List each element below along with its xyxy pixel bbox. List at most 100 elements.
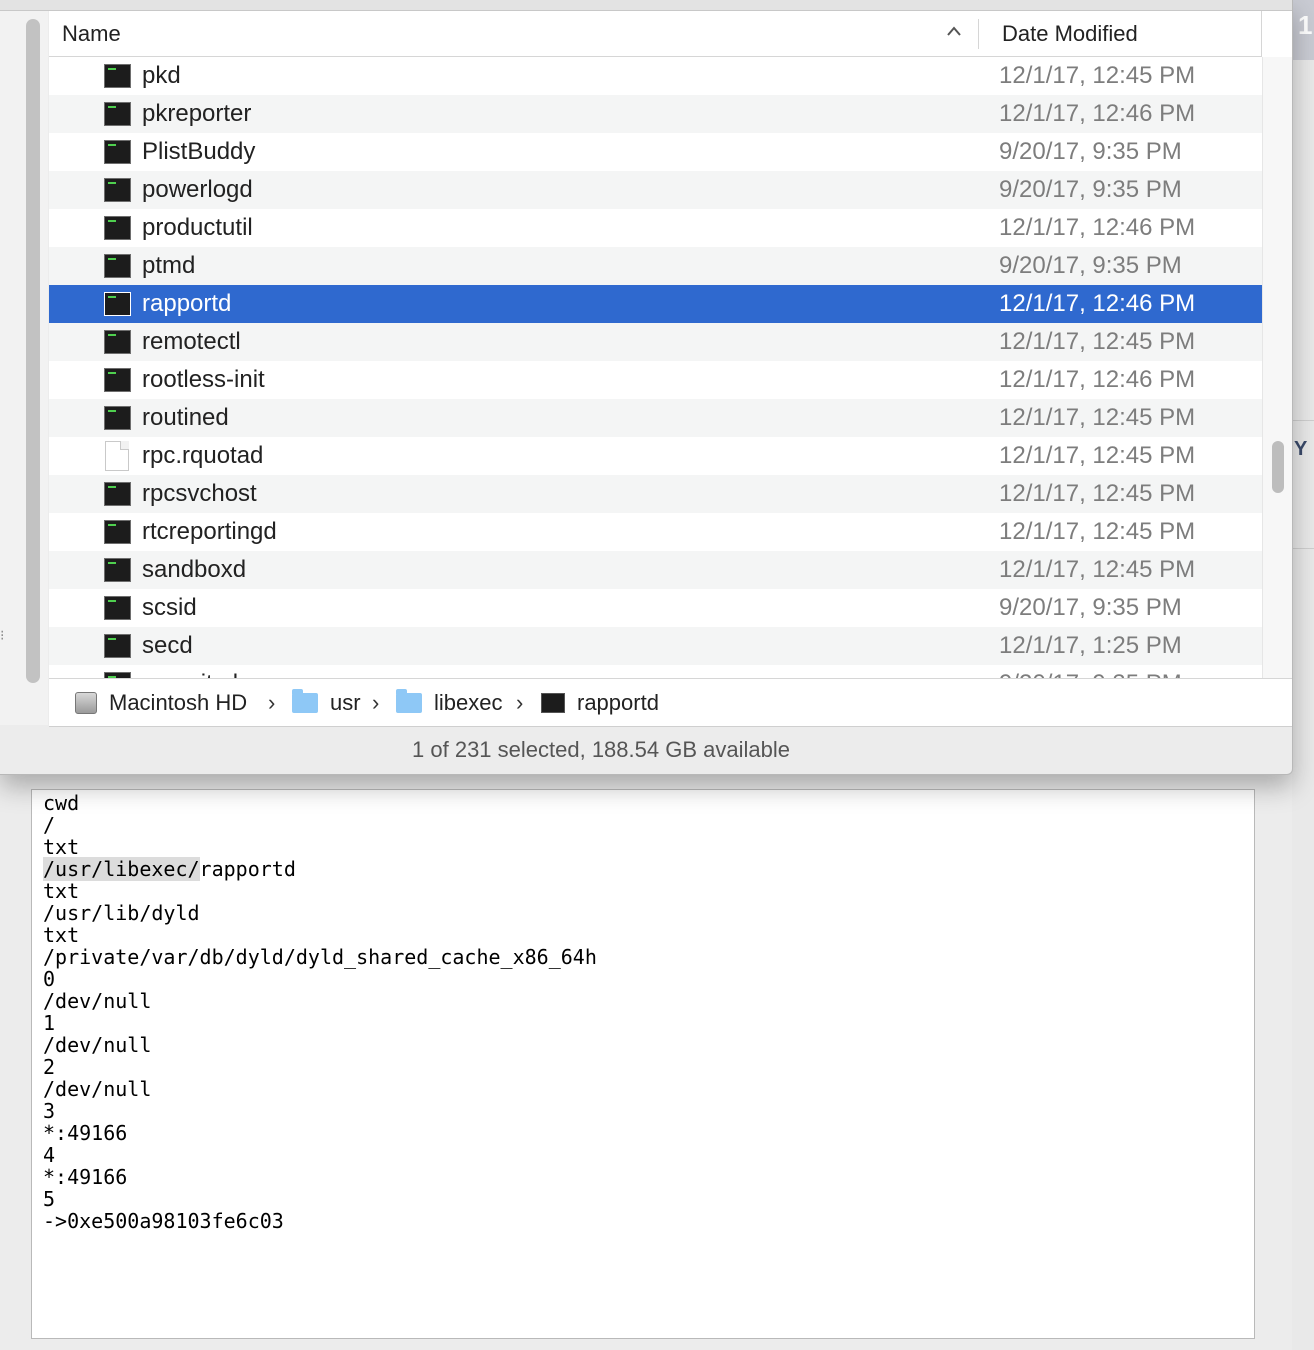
file-row[interactable]: rpcsvchost 12/1/17, 12:45 PM — [49, 475, 1262, 513]
executable-icon — [541, 692, 565, 713]
executable-icon — [104, 140, 131, 164]
executable-icon — [104, 482, 131, 506]
file-name: secd — [142, 632, 193, 659]
output-line: /usr/lib/dyld — [43, 901, 200, 925]
file-row[interactable]: routined 12/1/17, 12:45 PM — [49, 399, 1262, 437]
divider — [1292, 548, 1314, 549]
file-name: pkreporter — [142, 100, 252, 127]
sidebar-edge-mark: ⁝ — [0, 627, 5, 643]
file-name: rpcsvchost — [142, 480, 257, 507]
file-date: 12/1/17, 12:46 PM — [999, 366, 1196, 393]
file-row[interactable]: rtcreportingd 12/1/17, 12:45 PM — [49, 513, 1262, 551]
path-item-usr[interactable]: usr — [292, 679, 361, 726]
file-row[interactable]: rapportd 12/1/17, 12:46 PM — [49, 285, 1262, 323]
path-label: rapportd — [577, 689, 659, 715]
column-separator — [1261, 11, 1262, 56]
file-date: 12/1/17, 12:45 PM — [999, 442, 1196, 469]
file-name: rtcreportingd — [142, 518, 277, 545]
hard-drive-icon — [75, 691, 97, 714]
file-row[interactable]: productutil 12/1/17, 12:46 PM — [49, 209, 1262, 247]
executable-icon — [104, 406, 131, 430]
sort-ascending-icon[interactable] — [946, 25, 962, 37]
file-name: pkd — [142, 62, 181, 89]
scrollbar-thumb[interactable] — [1272, 441, 1284, 493]
executable-icon — [104, 330, 131, 354]
date-modified-column-header[interactable]: Date Modified — [1002, 21, 1138, 47]
file-row[interactable]: secd 12/1/17, 1:25 PM — [49, 627, 1262, 665]
output-line: / — [43, 813, 56, 837]
scrollbar-thumb[interactable] — [26, 19, 40, 683]
output-line: *:49166 — [43, 1165, 128, 1189]
output-line: 4 — [43, 1143, 56, 1167]
chevron-right-icon: › — [268, 689, 276, 715]
executable-icon — [104, 292, 131, 316]
executable-icon — [104, 64, 131, 88]
output-line: ->0xe500a98103fe6c03 — [43, 1209, 284, 1233]
file-rows: pkd 12/1/17, 12:45 PM pkreporter 12/1/17, 1… — [49, 57, 1262, 678]
executable-icon — [104, 634, 131, 658]
status-text: 1 of 231 selected, 188.54 GB available — [412, 737, 790, 762]
file-date: 12/1/17, 12:45 PM — [999, 556, 1196, 583]
file-name: ptmd — [142, 252, 196, 279]
file-list: Name Date Modified pkd 12/1/17, 12:45 PM p… — [49, 11, 1292, 678]
output-line: *:49166 — [43, 1121, 128, 1145]
file-date: 12/1/17, 12:46 PM — [999, 290, 1196, 317]
chevron-right-icon: › — [516, 689, 524, 715]
file-name: securityd — [142, 670, 238, 678]
file-row[interactable]: powerlogd 9/20/17, 9:35 PM — [49, 171, 1262, 209]
file-row[interactable]: rpc.rquotad 12/1/17, 12:45 PM — [49, 437, 1262, 475]
file-date: 12/1/17, 12:45 PM — [999, 404, 1196, 431]
file-row[interactable]: sandboxd 12/1/17, 12:45 PM — [49, 551, 1262, 589]
file-name: PlistBuddy — [142, 138, 256, 165]
file-row[interactable]: rootless-init 12/1/17, 12:46 PM — [49, 361, 1262, 399]
file-row[interactable]: remotectl 12/1/17, 12:45 PM — [49, 323, 1262, 361]
path-label: usr — [330, 689, 361, 715]
path-item-macintosh-hd[interactable]: Macintosh HD — [75, 679, 247, 726]
file-name: rapportd — [142, 290, 232, 317]
file-date: 12/1/17, 12:45 PM — [999, 62, 1196, 89]
file-name: rootless-init — [142, 366, 265, 393]
output-line: /dev/null — [43, 1077, 152, 1101]
window-top-edge — [0, 0, 1292, 11]
file-date: 9/20/17, 9:35 PM — [999, 176, 1182, 203]
file-row[interactable]: pkd 12/1/17, 12:45 PM — [49, 57, 1262, 95]
output-line: /dev/null — [43, 1033, 152, 1057]
output-line: txt — [43, 923, 80, 947]
path-label: Macintosh HD — [109, 689, 248, 715]
background-tab: 1 — [1292, 0, 1314, 60]
column-separator[interactable] — [978, 19, 979, 49]
name-column-header[interactable]: Name — [62, 21, 121, 47]
path-label: libexec — [434, 689, 503, 715]
terminal-output[interactable]: cwd / txt/usr/libexec/rapportd txt/usr/lib/… — [31, 789, 1255, 1339]
output-line: cwd — [43, 791, 80, 815]
file-list-scrollbar[interactable] — [1262, 57, 1292, 678]
executable-icon — [104, 558, 131, 582]
file-date: 9/20/17, 9:35 PM — [999, 138, 1182, 165]
file-date: 12/1/17, 1:25 PM — [999, 632, 1182, 659]
executable-icon — [104, 216, 131, 240]
file-name: rpc.rquotad — [142, 442, 264, 469]
file-name: sandboxd — [142, 556, 247, 583]
path-item-libexec[interactable]: libexec — [396, 679, 502, 726]
file-date: 12/1/17, 12:46 PM — [999, 214, 1196, 241]
output-line: txt — [43, 879, 80, 903]
file-date: 9/20/17, 9:35 PM — [999, 252, 1182, 279]
document-icon — [105, 441, 129, 471]
file-row[interactable]: ptmd 9/20/17, 9:35 PM — [49, 247, 1262, 285]
output-line: 1 — [43, 1011, 56, 1035]
output-line: /usr/libexec/rapportd — [43, 857, 1254, 881]
file-date: 12/1/17, 12:45 PM — [999, 480, 1196, 507]
path-item-rapportd[interactable]: rapportd — [541, 679, 659, 726]
file-date: 9/20/17, 9:35 PM — [999, 670, 1182, 678]
file-name: remotectl — [142, 328, 241, 355]
output-line: 0 — [43, 967, 56, 991]
column-header: Name Date Modified — [49, 11, 1262, 57]
file-row[interactable]: pkreporter 12/1/17, 12:46 PM — [49, 95, 1262, 133]
file-date: 9/20/17, 9:35 PM — [999, 594, 1182, 621]
file-row[interactable]: PlistBuddy 9/20/17, 9:35 PM — [49, 133, 1262, 171]
sidebar-scrollbar[interactable]: ⁝ — [0, 11, 48, 725]
file-row[interactable]: securityd 9/20/17, 9:35 PM — [49, 665, 1262, 678]
file-row[interactable]: scsid 9/20/17, 9:35 PM — [49, 589, 1262, 627]
output-line: txt — [43, 835, 80, 859]
file-name: scsid — [142, 594, 197, 621]
